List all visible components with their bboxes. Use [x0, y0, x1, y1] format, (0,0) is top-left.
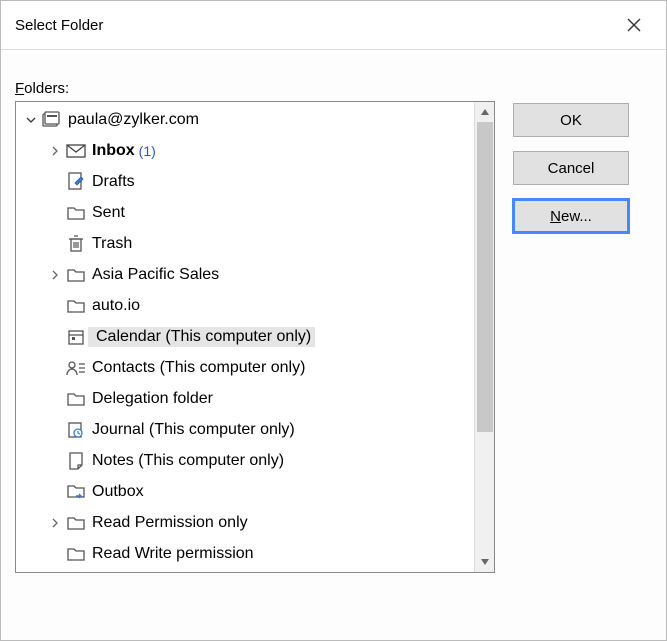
ok-button[interactable]: OK: [513, 103, 629, 137]
tree-item-label: Outbox: [88, 483, 144, 501]
dialog-title: Select Folder: [15, 17, 103, 34]
tree-item-label: Notes (This computer only): [88, 452, 284, 470]
tree-item-label: auto.io: [88, 297, 140, 315]
journal-icon: [64, 421, 88, 439]
drafts-icon: [64, 172, 88, 192]
tree-item-label: Trash: [88, 235, 132, 253]
chevron-down-icon[interactable]: [22, 115, 40, 125]
tree-item-label: Journal (This computer only): [88, 421, 295, 439]
body-row: paula@zylker.com Inbox (1): [15, 101, 652, 626]
tree-item-outbox[interactable]: Outbox: [16, 476, 494, 507]
tree-item-delegation[interactable]: Delegation folder: [16, 383, 494, 414]
titlebar: Select Folder: [1, 1, 666, 49]
close-icon: [627, 18, 641, 32]
folder-tree[interactable]: paula@zylker.com Inbox (1): [16, 102, 494, 572]
tree-item-label: Contacts (This computer only): [88, 359, 305, 377]
select-folder-dialog: Select Folder Folders: paula@zyl: [0, 0, 667, 641]
tree-item-asia-pacific[interactable]: Asia Pacific Sales: [16, 259, 494, 290]
scroll-up-button[interactable]: [475, 102, 494, 122]
tree-item-trash[interactable]: Trash: [16, 228, 494, 259]
chevron-right-icon[interactable]: [46, 270, 64, 280]
tree-item-contacts[interactable]: Contacts (This computer only): [16, 352, 494, 383]
calendar-icon: [64, 328, 88, 346]
folder-icon: [64, 515, 88, 531]
tree-item-read-write[interactable]: Read Write permission: [16, 538, 494, 569]
tree-item-label: Inbox: [88, 142, 135, 160]
folder-tree-container: paula@zylker.com Inbox (1): [15, 101, 495, 573]
tree-item-notes[interactable]: Notes (This computer only): [16, 445, 494, 476]
contacts-icon: [64, 360, 88, 376]
tree-root-label: paula@zylker.com: [64, 111, 199, 129]
tree-item-label: Calendar (This computer only): [92, 328, 311, 345]
tree-item-calendar[interactable]: Calendar (This computer only): [16, 321, 494, 352]
tree-item-read-permission[interactable]: Read Permission only: [16, 507, 494, 538]
outbox-icon: [64, 483, 88, 501]
chevron-right-icon[interactable]: [46, 146, 64, 156]
cancel-button[interactable]: Cancel: [513, 151, 629, 185]
folder-icon: [64, 546, 88, 562]
tree-item-label: Sent: [88, 204, 125, 222]
tree-item-journal[interactable]: Journal (This computer only): [16, 414, 494, 445]
tree-item-sent[interactable]: Sent: [16, 197, 494, 228]
tree-item-inbox[interactable]: Inbox (1): [16, 135, 494, 166]
tree-item-label: Read Permission only: [88, 514, 248, 532]
tree-item-label: Asia Pacific Sales: [88, 266, 219, 284]
dialog-content: Folders: paula@zylker.com: [1, 49, 666, 640]
new-button[interactable]: New...: [513, 199, 629, 233]
mailbox-icon: [40, 111, 64, 129]
tree-item-label: Drafts: [88, 173, 135, 191]
tree-item-label: Read Write permission: [88, 545, 254, 563]
folders-label: Folders:: [15, 80, 652, 97]
tree-item-drafts[interactable]: Drafts: [16, 166, 494, 197]
folder-icon: [64, 391, 88, 407]
folder-icon: [64, 205, 88, 221]
chevron-right-icon[interactable]: [46, 518, 64, 528]
scrollbar[interactable]: [474, 102, 494, 572]
folder-icon: [64, 298, 88, 314]
tree-root[interactable]: paula@zylker.com: [16, 104, 494, 135]
scroll-thumb[interactable]: [477, 122, 493, 432]
trash-icon: [64, 235, 88, 253]
folder-icon: [64, 267, 88, 283]
buttons-column: OK Cancel New...: [513, 101, 629, 626]
close-button[interactable]: [614, 9, 654, 41]
tree-item-autoio[interactable]: auto.io: [16, 290, 494, 321]
envelope-icon: [64, 143, 88, 159]
scroll-down-button[interactable]: [475, 552, 494, 572]
notes-icon: [64, 452, 88, 470]
tree-item-label: Delegation folder: [88, 390, 213, 408]
tree-item-count: (1): [135, 143, 156, 159]
